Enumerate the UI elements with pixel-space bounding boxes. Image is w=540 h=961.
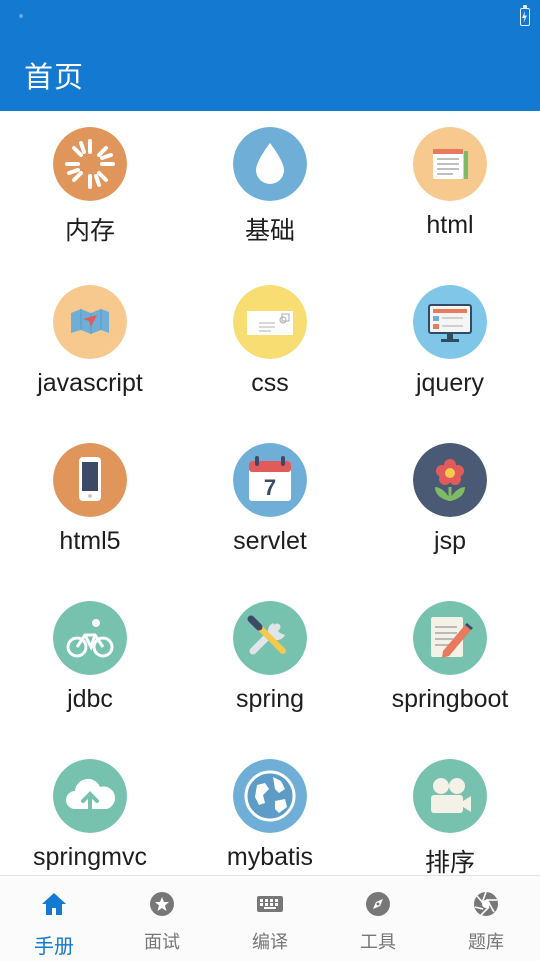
bottom-navigation: 手册 面试 编译 工具 题库 [0, 875, 540, 961]
app-bar: 首页 [0, 34, 540, 111]
grid-item-jquery[interactable]: jquery [360, 269, 540, 427]
flower-icon [413, 443, 487, 517]
grid-item-label: html [426, 211, 474, 239]
aperture-icon [474, 891, 498, 916]
grid-item-label: mybatis [226, 843, 314, 871]
phone-icon [53, 443, 127, 517]
grid-item-label: jquery [415, 369, 485, 397]
grid-item-jichu[interactable]: 基础 [180, 111, 360, 269]
bicycle-icon [53, 601, 127, 675]
grid-item-label: javascript [37, 369, 143, 397]
globe-icon [233, 759, 307, 833]
grid-item-javascript[interactable]: javascript [0, 269, 180, 427]
grid-item-mybatis[interactable]: mybatis [180, 743, 360, 875]
document-icon [413, 127, 487, 201]
sun-burst-icon [53, 127, 127, 201]
notification-dot [19, 14, 23, 18]
grid-item-label: jdbc [67, 685, 113, 713]
grid-item-html5[interactable]: html5 [0, 427, 180, 585]
grid-item-label: jsp [434, 527, 466, 555]
grid-item-jsp[interactable]: jsp [360, 427, 540, 585]
tab-label: 手册 [34, 934, 74, 958]
tab-shouce[interactable]: 手册 [0, 876, 108, 961]
grid-item-label: 基础 [244, 217, 295, 245]
grid-item-springboot[interactable]: springboot [360, 585, 540, 743]
grid-item-paixu[interactable]: 排序 [360, 743, 540, 875]
monitor-icon [413, 285, 487, 359]
grid-item-label: springmvc [33, 843, 147, 871]
compass-icon [366, 892, 390, 916]
map-icon [53, 285, 127, 359]
grid-item-springmvc[interactable]: springmvc [0, 743, 180, 875]
tab-tiku[interactable]: 题库 [432, 876, 540, 961]
tab-mianshi[interactable]: 面试 [108, 876, 216, 961]
tab-label: 面试 [144, 932, 180, 953]
grid-item-css[interactable]: css [180, 269, 360, 427]
water-drop-icon [233, 127, 307, 201]
grid-item-label: spring [235, 685, 305, 713]
tab-label: 工具 [360, 932, 396, 953]
grid-item-label: 内存 [64, 217, 115, 245]
topic-grid: 内存 基础 html javascript css jquery html5 7… [0, 111, 540, 875]
battery-charging-icon [520, 5, 530, 26]
status-bar [0, 0, 540, 34]
tab-label: 编译 [252, 932, 288, 953]
star-icon [150, 892, 174, 916]
tab-label: 题库 [468, 932, 504, 953]
cloud-upload-icon [53, 759, 127, 833]
pencil-note-icon [413, 601, 487, 675]
video-camera-icon [413, 759, 487, 833]
calendar-icon: 7 [233, 443, 307, 517]
grid-item-label: servlet [233, 527, 307, 555]
grid-item-label: css [251, 369, 289, 397]
page-title: 首页 [24, 60, 85, 94]
keyboard-icon [257, 896, 283, 912]
grid-item-label: 排序 [424, 849, 475, 875]
grid-item-label: html5 [59, 527, 121, 555]
grid-item-html[interactable]: html [360, 111, 540, 269]
grid-item-label: springboot [391, 685, 509, 713]
tab-bianyi[interactable]: 编译 [216, 876, 324, 961]
svg-text:7: 7 [264, 475, 276, 500]
tab-gongju[interactable]: 工具 [324, 876, 432, 961]
home-icon [42, 893, 66, 915]
grid-item-servlet[interactable]: 7 servlet [180, 427, 360, 585]
grid-item-neicun[interactable]: 内存 [0, 111, 180, 269]
grid-item-spring[interactable]: spring [180, 585, 360, 743]
tools-icon [233, 601, 307, 675]
envelope-icon [233, 285, 307, 359]
grid-item-jdbc[interactable]: jdbc [0, 585, 180, 743]
